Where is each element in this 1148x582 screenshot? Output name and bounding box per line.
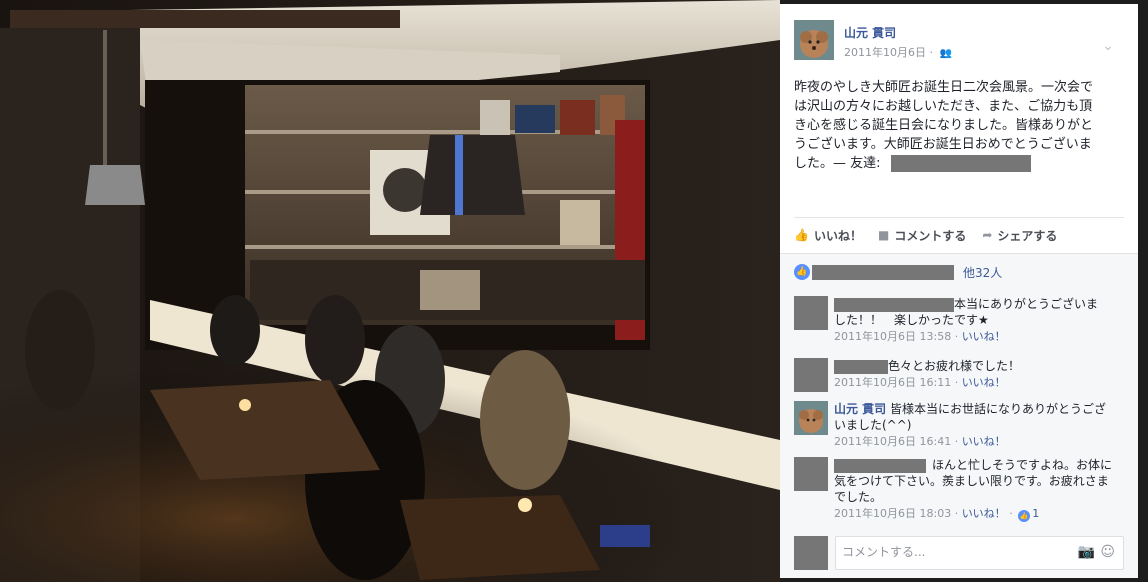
comment-time[interactable]: 2011年10月6日 16:41 bbox=[834, 435, 951, 448]
share-button[interactable]: ➦ シェアする bbox=[982, 227, 1057, 244]
camera-icon[interactable]: 📷 bbox=[1078, 544, 1095, 560]
likes-summary: 👍 他32人 bbox=[794, 262, 1002, 282]
comment-button-label: コメントする bbox=[894, 228, 967, 243]
comment-body: 山元 貫司 皆様本当にお世話になりありがとうござ いました(^^) 2011年1… bbox=[834, 401, 1134, 450]
comment-time[interactable]: 2011年10月6日 16:11 bbox=[834, 376, 951, 389]
post-photo[interactable] bbox=[0, 0, 780, 582]
party-photo-image bbox=[0, 0, 780, 582]
comment-meta: 2011年10月6日 13:58 · いいね！ bbox=[834, 329, 1134, 345]
commenter-avatar[interactable] bbox=[794, 401, 828, 435]
post-timestamp-row: 2011年10月6日 · 👥 bbox=[844, 44, 952, 60]
commenter-avatar[interactable] bbox=[794, 358, 828, 392]
post-actions-bar: 👍 いいね！ ■ コメントする ➦ シェアする bbox=[794, 224, 1124, 246]
redacted-commenter-name bbox=[834, 297, 954, 312]
post-header: 山元 貫司 2011年10月6日 · 👥 ⌄ bbox=[794, 20, 1134, 62]
commenter-avatar[interactable] bbox=[794, 457, 828, 491]
emoji-icon[interactable]: ☺ bbox=[1100, 544, 1115, 560]
comment-meta-separator: · bbox=[954, 330, 959, 343]
comment-text: いました(^^) bbox=[834, 418, 912, 432]
comment-body: 色々とお疲れ様でした！ 2011年10月6日 16:11 · いいね！ bbox=[834, 358, 1134, 391]
comment-meta: 2011年10月6日 18:03 · いいね！ · 👍 1 bbox=[834, 506, 1134, 522]
comment-body: ほんと忙しそうですよね。お体に 気をつけて下さい。羨ましい限りです。お疲れさま … bbox=[834, 457, 1134, 522]
post-message-line: した。— 友達: bbox=[794, 154, 1126, 173]
thumbs-up-icon: 👍 bbox=[794, 228, 809, 242]
post-author-name[interactable]: 山元 貫司 bbox=[844, 24, 896, 41]
comment-bubble-icon: ■ bbox=[877, 228, 890, 242]
comments-section: 👍 他32人 本当にありがとうございま した！！ 楽しかったです★ 2011年1… bbox=[780, 253, 1138, 578]
share-arrow-icon: ➦ bbox=[982, 228, 993, 242]
comment-input-box[interactable]: 📷 ☺ bbox=[835, 536, 1124, 570]
comment-text: した！！ 楽しかったです★ bbox=[834, 313, 989, 327]
like-count-icon: 👍 bbox=[794, 264, 810, 280]
dog-avatar-icon bbox=[794, 20, 834, 60]
post-message-line: うございます。大師匠お誕生日おめでとうございま bbox=[794, 137, 1092, 152]
comment-time[interactable]: 2011年10月6日 18:03 bbox=[834, 507, 951, 520]
comment-meta-separator: · bbox=[954, 507, 959, 520]
dog-avatar-icon bbox=[794, 401, 828, 435]
current-user-avatar bbox=[794, 536, 828, 570]
comment-likes-count[interactable]: 1 bbox=[1032, 507, 1039, 520]
chevron-down-icon[interactable]: ⌄ bbox=[1102, 38, 1114, 54]
comment-likes-icon: 👍 bbox=[1018, 510, 1031, 522]
comment-text: 本当にありがとうございま bbox=[954, 297, 1099, 311]
redacted-commenter-name bbox=[834, 359, 888, 374]
post-message-line: き心を感じる誕生日会になりました。皆様ありがと bbox=[794, 118, 1094, 133]
comment-text: 色々とお疲れ様でした！ bbox=[888, 359, 1021, 373]
comment-like-link[interactable]: いいね！ bbox=[962, 376, 1006, 389]
comment-composer: 📷 ☺ bbox=[794, 536, 1124, 570]
post-date[interactable]: 2011年10月6日 bbox=[844, 46, 926, 59]
comment-time[interactable]: 2011年10月6日 13:58 bbox=[834, 330, 951, 343]
comment-text: でした。 bbox=[834, 490, 883, 504]
comment-text: ほんと忙しそうですよね。お体に bbox=[932, 458, 1113, 472]
comment-meta-separator: · bbox=[954, 435, 959, 448]
comment-input[interactable] bbox=[836, 537, 1078, 567]
comment-like-link[interactable]: いいね！ bbox=[962, 507, 1006, 520]
comment-text: 皆様本当にお世話になりありがとうござ bbox=[890, 402, 1107, 416]
commenter-name[interactable]: 山元 貫司 bbox=[834, 402, 886, 416]
comment-text: 気をつけて下さい。羨ましい限りです。お疲れさま bbox=[834, 474, 1109, 488]
tagged-friends-label: した。— 友達: bbox=[794, 156, 881, 171]
comment-meta-separator: · bbox=[1009, 507, 1013, 520]
post-meta-separator: · bbox=[929, 46, 934, 59]
post-message-line: 昨夜のやしき大師匠お誕生日二次会風景。一次会で bbox=[794, 80, 1094, 95]
share-button-label: シェアする bbox=[997, 228, 1058, 243]
comment-like-link[interactable]: いいね！ bbox=[962, 435, 1006, 448]
comment-like-link[interactable]: いいね！ bbox=[962, 330, 1006, 343]
commenter-avatar[interactable] bbox=[794, 296, 828, 330]
comment-meta-separator: · bbox=[954, 376, 959, 389]
friends-icon[interactable]: 👥 bbox=[940, 48, 952, 59]
redacted-friend-names bbox=[890, 155, 1031, 172]
post-message: 昨夜のやしき大師匠お誕生日二次会風景。一次会で は沢山の方々にお越しいただき、ま… bbox=[794, 78, 1126, 173]
likes-others-link[interactable]: 他32人 bbox=[963, 264, 1002, 281]
post-side-panel: 山元 貫司 2011年10月6日 · 👥 ⌄ 昨夜のやしき大師匠お誕生日二次会風… bbox=[780, 4, 1138, 578]
redacted-commenter-name bbox=[834, 458, 926, 473]
redacted-liker-names bbox=[812, 264, 954, 280]
author-avatar[interactable] bbox=[794, 20, 834, 60]
divider bbox=[794, 217, 1124, 218]
comment-meta: 2011年10月6日 16:41 · いいね！ bbox=[834, 434, 1134, 450]
post-message-line: は沢山の方々にお越しいただき、また、ご協力も頂 bbox=[794, 99, 1093, 114]
comment-meta: 2011年10月6日 16:11 · いいね！ bbox=[834, 375, 1134, 391]
comment-body: 本当にありがとうございま した！！ 楽しかったです★ 2011年10月6日 13… bbox=[834, 296, 1134, 345]
like-button[interactable]: 👍 いいね！ bbox=[794, 227, 862, 244]
comment-button[interactable]: ■ コメントする bbox=[878, 227, 966, 244]
like-button-label: いいね！ bbox=[813, 228, 862, 243]
